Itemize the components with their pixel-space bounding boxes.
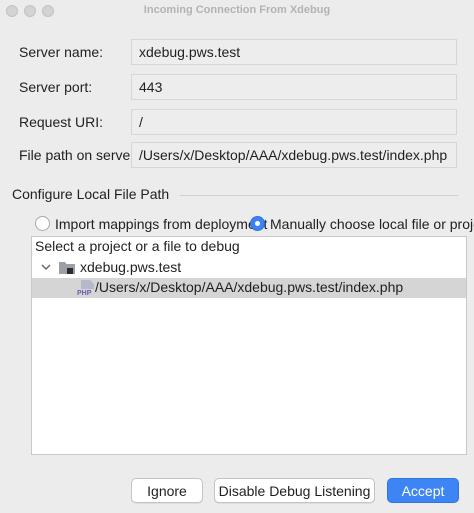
request-uri-label: Request URI: [19, 114, 104, 130]
file-path-label: File path on server: [19, 147, 139, 163]
tree-header: Select a project or a file to debug [35, 238, 240, 254]
tree-item-label: xdebug.pws.test [80, 259, 182, 275]
chevron-down-icon[interactable] [40, 261, 52, 273]
server-name-label: Server name: [19, 44, 104, 60]
ignore-button[interactable]: Ignore [131, 478, 203, 503]
tree-item-project[interactable]: xdebug.pws.test [32, 258, 466, 278]
import-mappings-radio[interactable] [35, 216, 50, 231]
window-title: Incoming Connection From Xdebug [143, 4, 331, 16]
php-file-icon: PHP [77, 280, 94, 296]
title-bar: Incoming Connection From Xdebug [0, 0, 474, 22]
file-path-field: /Users/x/Desktop/AAA/xdebug.pws.test/ind… [131, 142, 457, 168]
accept-button[interactable]: Accept [387, 478, 459, 503]
server-port-field: 443 [131, 74, 457, 100]
import-mappings-label[interactable]: Import mappings from deployment [55, 216, 267, 232]
xdebug-dialog: Incoming Connection From Xdebug Server n… [0, 0, 474, 513]
folder-icon [59, 262, 75, 274]
request-uri-field: / [131, 109, 457, 135]
disable-debug-listening-button[interactable]: Disable Debug Listening [214, 478, 375, 503]
server-port-label: Server port: [19, 79, 93, 95]
tree-item-php-file[interactable]: PHP /Users/x/Desktop/AAA/xdebug.pws.test… [32, 278, 466, 298]
project-file-tree[interactable]: Select a project or a file to debug xdeb… [31, 236, 467, 455]
configure-local-path-title: Configure Local File Path [12, 186, 170, 202]
manual-choose-label[interactable]: Manually choose local file or project [270, 216, 474, 232]
tree-item-label: /Users/x/Desktop/AAA/xdebug.pws.test/ind… [95, 279, 404, 295]
manual-choose-radio[interactable] [250, 216, 265, 231]
server-name-field: xdebug.pws.test [131, 39, 457, 65]
section-divider [180, 195, 458, 196]
svg-text:PHP: PHP [77, 290, 92, 296]
